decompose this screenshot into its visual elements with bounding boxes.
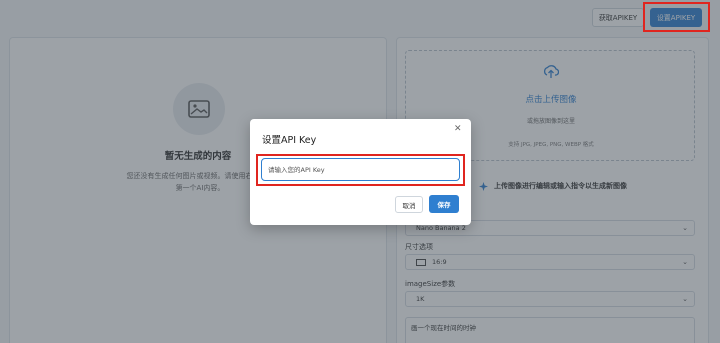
apikey-modal: 设置API Key ✕ 取消 保存: [250, 119, 471, 225]
save-button[interactable]: 保存: [429, 195, 459, 213]
apikey-input[interactable]: [261, 158, 460, 181]
modal-title: 设置API Key: [262, 135, 317, 146]
cancel-button[interactable]: 取消: [395, 196, 423, 213]
close-icon[interactable]: ✕: [454, 124, 462, 134]
